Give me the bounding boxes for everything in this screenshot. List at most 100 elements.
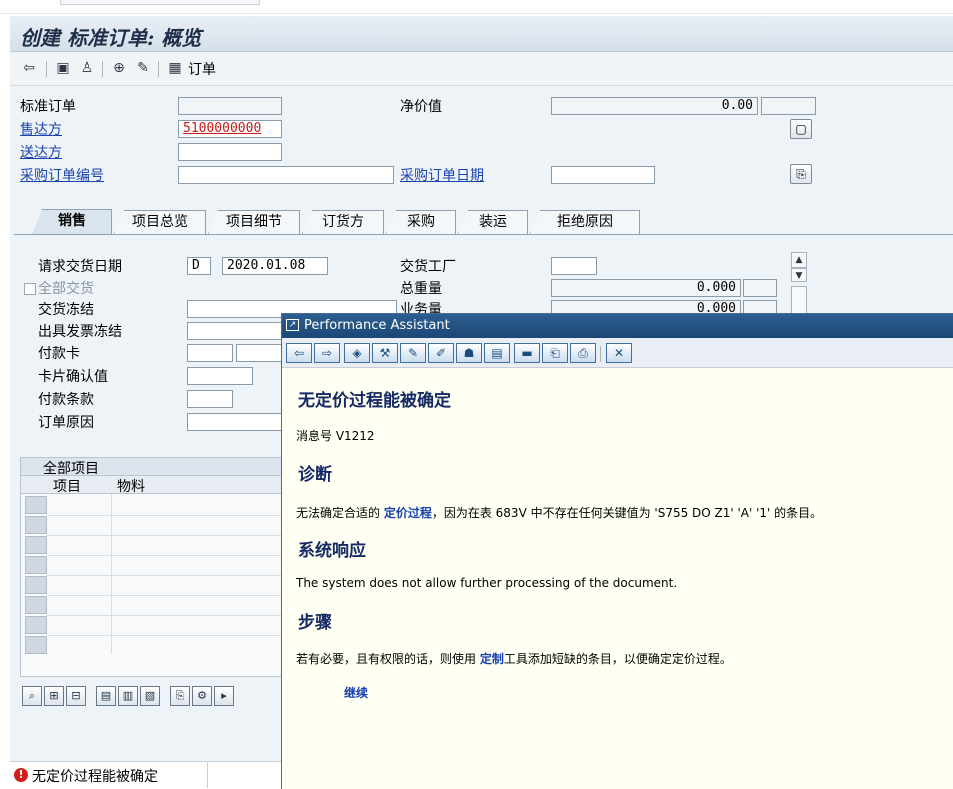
row-selector[interactable] [25,516,47,534]
column-item[interactable]: 项目 [53,476,81,496]
glossary-icon[interactable]: ✐ [428,343,454,363]
assistant-toolbar: ⇦ ⇨ ◈ ⚒ ✎ ✐ ☗ ▤ ▬ ⎗ ⎙ ✕ [282,338,953,368]
edit-note-icon[interactable]: ✎ [400,343,426,363]
copy-icon[interactable]: ⎘ [170,686,190,706]
table-row[interactable] [47,515,290,516]
document-view-icon[interactable]: ▤ [484,343,510,363]
tab-procurement[interactable]: 采购 [386,210,456,234]
steps-text: 若有必要，且有权限的话，则使用 定制工具添加短缺的条目，以便确定定价过程。 [296,650,732,667]
user-info-icon[interactable]: ☗ [456,343,482,363]
diagnosis-suffix: ，因为在表 683V 中不存在任何关键值为 'S755 DO Z1' 'A' '… [431,506,823,520]
close-icon[interactable]: ✕ [606,343,632,363]
save-icon[interactable]: ▣ [54,60,72,76]
forward-arrow-icon[interactable]: ⇨ [314,343,340,363]
customizing-link[interactable]: 定制 [480,652,504,666]
payment-card-type[interactable] [187,344,233,362]
net-value-field: 0.00 [551,97,758,115]
tab-item-overview[interactable]: 项目总览 [114,210,206,234]
order-reason-field[interactable] [187,413,287,431]
bookmark-icon[interactable]: ⎗ [542,343,568,363]
po-date-field[interactable] [551,166,655,184]
total-weight-label: 总重量 [400,281,442,297]
payment-terms-field[interactable] [187,390,233,408]
po-number-link[interactable]: 采购订单编号 [20,165,104,185]
table-row[interactable] [47,555,290,556]
column-material[interactable]: 物料 [117,476,145,496]
table-row[interactable] [47,595,290,596]
payment-card-label: 付款卡 [38,346,80,362]
item-detail-icon[interactable]: ⌕ [22,686,42,706]
document-icon[interactable]: ▢ [790,119,812,139]
grid-icon[interactable]: ▦ [166,60,184,76]
print-icon[interactable]: ⎙ [570,343,596,363]
sold-to-link[interactable]: 售达方 [20,119,62,139]
table-row[interactable] [47,615,290,616]
tab-shipping[interactable]: 装运 [458,210,528,234]
help-book-icon[interactable]: ◈ [344,343,370,363]
table-row[interactable] [47,575,290,576]
application-toolbar: ⇦ ▣ ♙ ⊕ ✎ ▦ 订单 [10,52,953,86]
table-row[interactable] [47,635,290,636]
tab-sales[interactable]: 销售 [32,209,112,235]
row-selector[interactable] [25,556,47,574]
delivering-plant-field[interactable] [551,257,597,275]
req-delivery-date[interactable]: 2020.01.08 [222,257,328,275]
config-icon[interactable]: ⚙ [192,686,212,706]
assistant-title-bar[interactable]: ↗ Performance Assistant [282,314,953,338]
toolbar-separator [600,346,601,362]
scrollbar-thumb[interactable] [791,286,807,314]
row-selector[interactable] [25,596,47,614]
row-selector[interactable] [25,616,47,634]
billing-block-field[interactable] [187,322,287,340]
req-delivery-type[interactable]: D [187,257,211,275]
steps-prefix: 若有必要，且有权限的话，则使用 [296,652,480,666]
user-icon[interactable]: ♙ [78,60,96,76]
tab-strip: 销售 项目总览 项目细节 订货方 采购 装运 拒绝原因 [20,209,720,235]
row-selector[interactable] [25,576,47,594]
tab-item-detail[interactable]: 项目细节 [208,210,300,234]
sold-to-field[interactable]: 5100000000 [178,120,282,138]
row-selector[interactable] [25,636,47,654]
status-message-box[interactable]: ! 无定价过程能被确定 [10,762,208,788]
order-type-field[interactable] [178,97,282,115]
po-number-field[interactable] [178,166,394,184]
technical-info-icon[interactable]: ⚒ [372,343,398,363]
select-block-icon[interactable]: ▥ [118,686,138,706]
delivering-plant-label: 交货工厂 [400,259,456,275]
row-selector[interactable] [25,536,47,554]
tab-label: 项目总览 [132,214,188,230]
settings-icon[interactable]: ▬ [514,343,540,363]
diagnosis-prefix: 无法确定合适的 [296,506,384,520]
payment-card-number[interactable] [236,344,286,362]
back-icon[interactable]: ⇦ [20,60,38,76]
item-buttons: ⌕ ⊞ ⊟ ▤ ▥ ▧ ⎘ ⚙ ▸ [22,686,282,706]
diagnosis-text: 无法确定合适的 定价过程，因为在表 683V 中不存在任何关键值为 'S755 … [296,504,822,521]
card-verification-field[interactable] [187,367,253,385]
scroll-down-icon[interactable]: ▼ [791,268,807,282]
table-row[interactable] [47,535,290,536]
complete-delivery-checkbox[interactable] [24,283,36,295]
payment-terms-label: 付款条款 [38,392,94,408]
ship-to-link[interactable]: 送达方 [20,142,62,162]
item-remove-icon[interactable]: ⊟ [66,686,86,706]
tab-ordering-party[interactable]: 订货方 [302,210,384,234]
items-table-header: 全部项目 [21,458,289,477]
item-add-icon[interactable]: ⊞ [44,686,64,706]
select-all-icon[interactable]: ▤ [96,686,116,706]
more-icon[interactable]: ▸ [214,686,234,706]
tab-reason-rejection[interactable]: 拒绝原因 [530,210,640,234]
order-button[interactable]: 订单 [188,59,216,79]
scroll-up-icon[interactable]: ▲ [791,252,807,268]
display-icon[interactable]: ⊕ [110,60,128,76]
row-selector[interactable] [25,496,47,514]
po-date-link[interactable]: 采购订单日期 [400,165,484,185]
back-arrow-icon[interactable]: ⇦ [286,343,312,363]
pricing-procedure-link[interactable]: 定价过程 [384,506,432,520]
ship-to-field[interactable] [178,143,282,161]
column-divider [111,494,112,654]
edit-icon[interactable]: ✎ [134,60,152,76]
deselect-icon[interactable]: ▧ [140,686,160,706]
continue-link[interactable]: 继续 [344,684,368,701]
display-po-icon[interactable]: ⎘ [790,164,812,184]
items-title: 全部项目 [43,461,99,477]
